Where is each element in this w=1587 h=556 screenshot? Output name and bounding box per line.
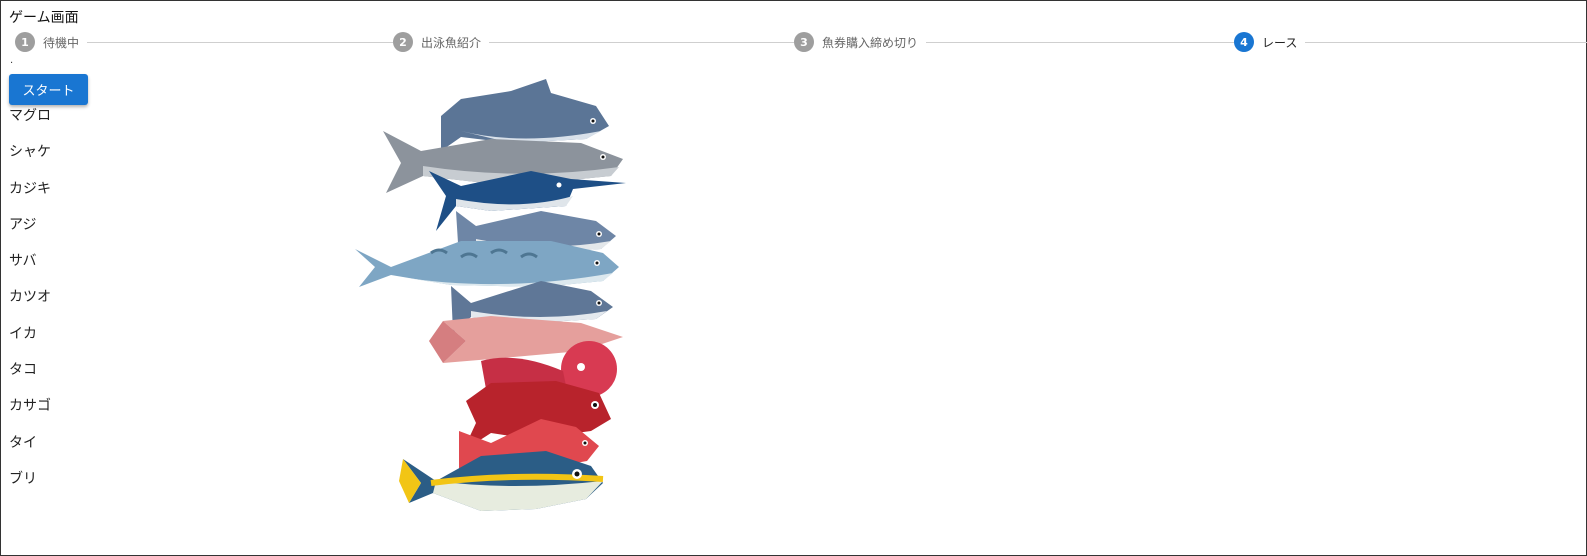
yellowtail-icon: [399, 451, 604, 511]
step-number: 3: [794, 32, 814, 52]
list-item: タコ: [9, 362, 37, 379]
fish-race-illustration: [355, 79, 626, 511]
step-label: 待機中: [43, 35, 80, 50]
list-item: カサゴ: [9, 398, 51, 415]
step-label: レース: [1262, 35, 1298, 50]
status-dot: .: [10, 55, 14, 66]
step-number: 4: [1234, 32, 1254, 52]
list-item: シャケ: [9, 144, 51, 161]
list-item: イカ: [9, 325, 37, 342]
step-fish-intro: 2 出泳魚紹介: [393, 32, 490, 52]
list-item: タイ: [9, 434, 37, 451]
list-item: サバ: [9, 253, 37, 270]
tuna-icon: [441, 79, 609, 151]
step-connector: [445, 42, 795, 43]
step-ticket-deadline: 3 魚券購入締め切り: [794, 32, 927, 52]
page-title: ゲーム画面: [9, 10, 79, 26]
step-connector: [1265, 42, 1587, 43]
step-race: 4 レース: [1234, 32, 1306, 52]
list-item: アジ: [9, 216, 37, 233]
fish-list: マグロ シャケ カジキ アジ サバ カツオ イカ タコ カサゴ タイ ブリ: [9, 105, 51, 504]
list-item: カジキ: [9, 180, 51, 197]
list-item: ブリ: [9, 470, 37, 487]
progress-stepper: 1 待機中 2 出泳魚紹介 3 魚券購入締め切り 4 レース: [15, 32, 1587, 52]
start-button[interactable]: スタート: [9, 74, 88, 105]
step-connector: [43, 42, 398, 43]
mackerel-icon: [355, 241, 619, 287]
step-label: 魚券購入締め切り: [822, 35, 919, 50]
step-number: 1: [15, 32, 35, 52]
step-connector: [885, 42, 1235, 43]
list-item: マグロ: [9, 108, 51, 124]
step-waiting: 1 待機中: [15, 32, 88, 52]
step-number: 2: [393, 32, 413, 52]
step-label: 出泳魚紹介: [421, 35, 482, 50]
list-item: カツオ: [9, 289, 51, 306]
